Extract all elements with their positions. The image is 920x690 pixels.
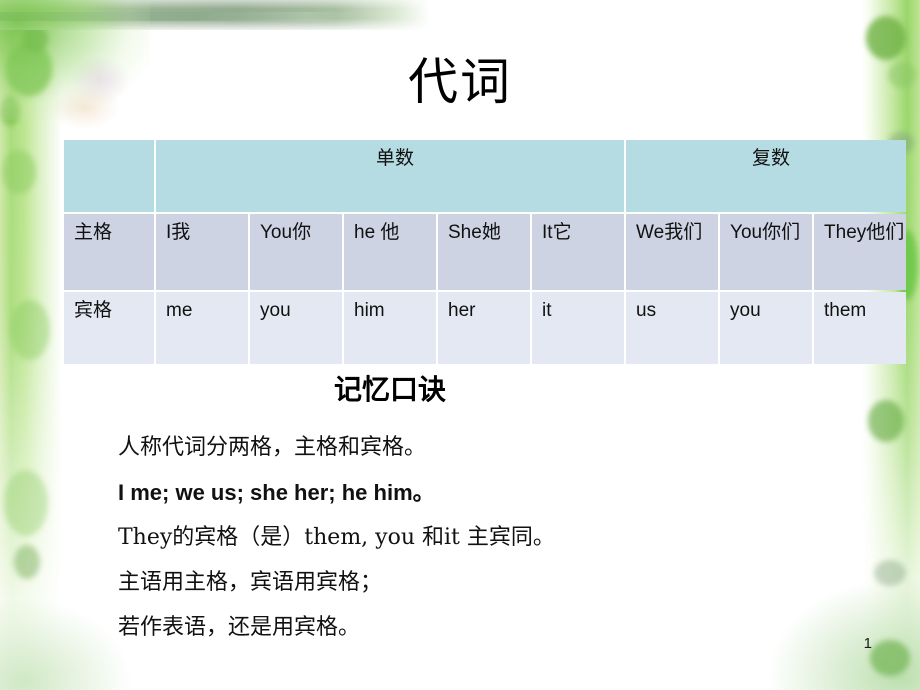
cell-objective-us: us	[626, 292, 719, 364]
slide-canvas: 代词 单数 复数 主格 I我 You你 he 他 She她 It它 We我们 Y…	[0, 0, 920, 690]
cell-english: We	[636, 222, 665, 243]
cell-subjective-you: You你	[250, 214, 342, 290]
cell-subjective-i: I我	[156, 214, 248, 290]
cell-chinese: 她	[481, 221, 501, 243]
cell-english: It	[542, 222, 553, 243]
decorative-blob	[10, 300, 50, 360]
cell-chinese: 它	[552, 221, 572, 243]
cell-chinese: 他	[380, 221, 400, 243]
verse-line-2: I me; we us; she her; he him。	[118, 480, 435, 505]
decorative-blob	[2, 150, 36, 194]
cell-english: he	[354, 222, 381, 243]
cell-objective-him: him	[344, 292, 436, 364]
cell-objective-you-plural: you	[720, 292, 813, 364]
verse-line-3: They的宾格（是）them, you 和it 主宾同。	[118, 525, 555, 550]
cell-english: She	[448, 222, 482, 243]
table-header-singular: 单数	[156, 140, 625, 212]
cell-chinese: 他们	[866, 221, 905, 243]
decorative-corner-bottomleft	[0, 600, 130, 690]
page-number: 1	[863, 635, 872, 652]
row-label-objective: 宾格	[64, 292, 154, 364]
cell-subjective-we: We我们	[626, 214, 719, 290]
table-header-row: 单数 复数	[64, 140, 907, 212]
cell-chinese: 你	[292, 221, 312, 243]
cell-chinese: 我们	[664, 221, 703, 243]
decorative-blob	[22, 26, 48, 52]
cell-objective-you: you	[250, 292, 342, 364]
verse-line-1: 人称代词分两格，主格和宾格。	[118, 435, 427, 460]
cell-objective-her: her	[438, 292, 530, 364]
cell-objective-them: them	[814, 292, 907, 364]
memory-verse-heading: 记忆口诀	[333, 373, 446, 406]
decorative-top-band	[0, 0, 430, 30]
table-header-corner	[64, 140, 154, 212]
cell-objective-it: it	[532, 292, 625, 364]
decorative-blob	[4, 470, 48, 536]
decorative-blob	[14, 545, 40, 579]
verse-line-4: 主语用主格，宾语用宾格；	[118, 570, 383, 595]
row-label-subjective: 主格	[64, 214, 154, 290]
cell-subjective-they: They他们	[814, 214, 907, 290]
memory-verse-body: 人称代词分两格，主格和宾格。 I me; we us; she her; he …	[118, 425, 878, 650]
cell-objective-me: me	[156, 292, 248, 364]
decorative-top-stripe	[0, 12, 360, 21]
verse-line-5: 若作表语，还是用宾格。	[118, 615, 361, 640]
pronoun-table-wrapper: 单数 复数 主格 I我 You你 he 他 She她 It它 We我们 You你…	[62, 138, 907, 366]
cell-english: You	[260, 222, 293, 243]
cell-english: You	[730, 222, 763, 243]
cell-english: They	[824, 222, 867, 243]
cell-chinese: 你们	[762, 221, 801, 243]
table-row-subjective: 主格 I我 You你 he 他 She她 It它 We我们 You你们 They…	[64, 214, 907, 290]
cell-chinese: 我	[171, 221, 191, 243]
decorative-blob	[874, 560, 906, 586]
cell-subjective-you-plural: You你们	[720, 214, 813, 290]
table-header-plural: 复数	[626, 140, 907, 212]
table-row-objective: 宾格 me you him her it us you them	[64, 292, 907, 364]
cell-subjective-she: She她	[438, 214, 530, 290]
cell-subjective-he: he 他	[344, 214, 436, 290]
slide-title: 代词	[408, 53, 512, 111]
cell-subjective-it: It它	[532, 214, 625, 290]
pronoun-table: 单数 复数 主格 I我 You你 he 他 She她 It它 We我们 You你…	[62, 138, 908, 366]
